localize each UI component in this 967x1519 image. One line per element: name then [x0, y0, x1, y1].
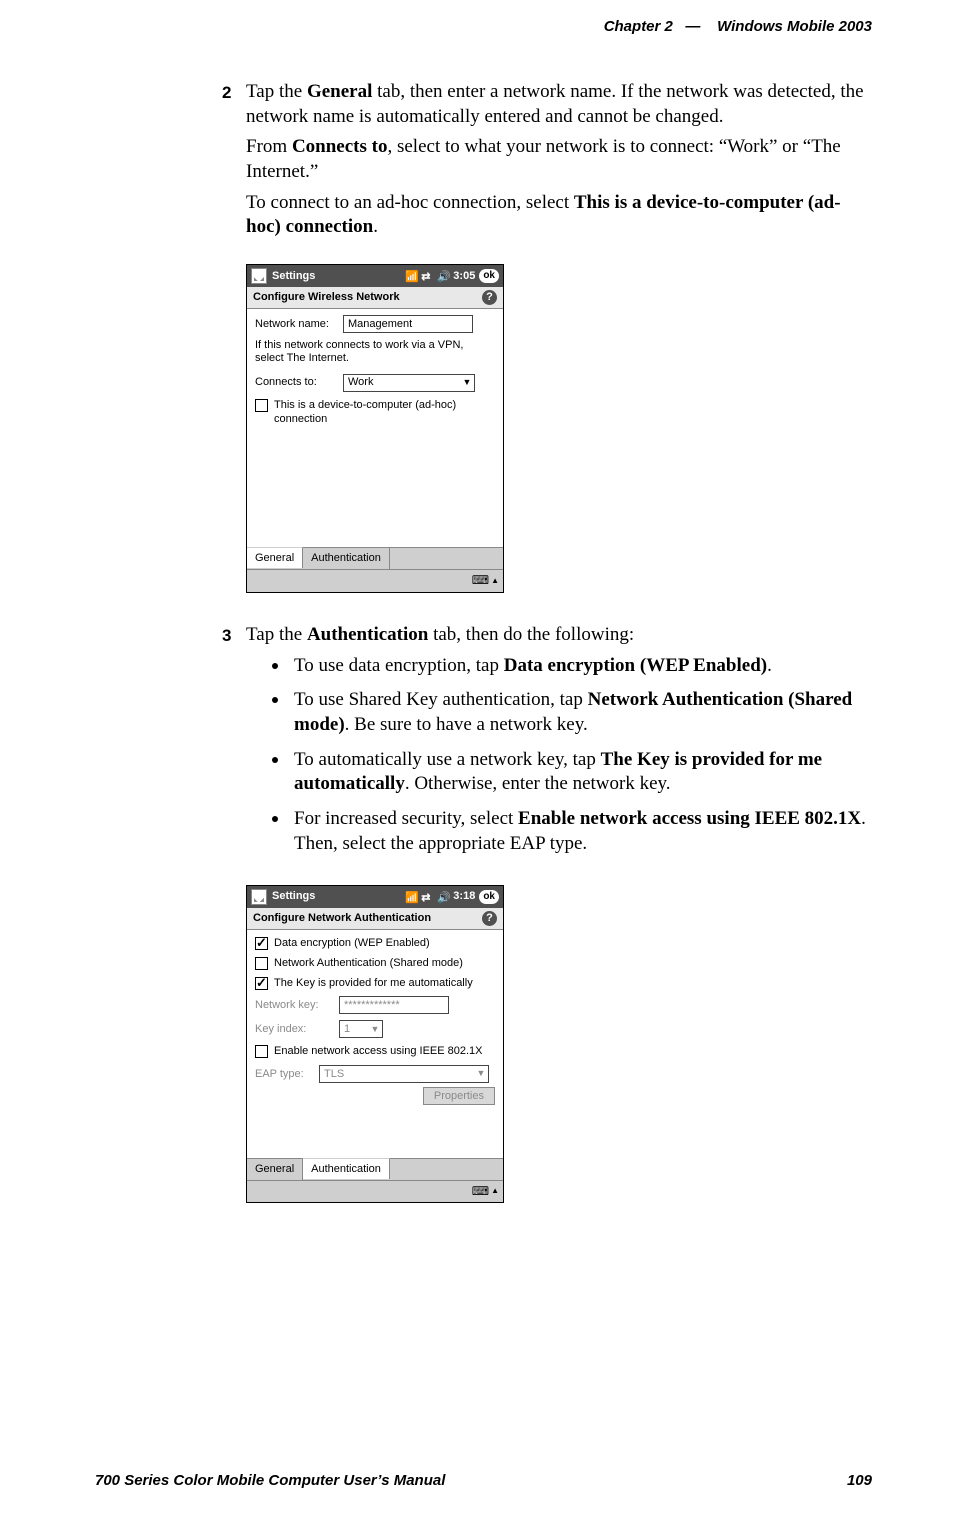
connects-to-select[interactable]: Work ▼: [343, 374, 475, 392]
page-number: 109: [847, 1472, 872, 1489]
properties-button[interactable]: Properties: [423, 1087, 495, 1105]
ieee8021x-label: Enable network access using IEEE 802.1X: [274, 1044, 483, 1058]
mock1-title: Settings: [272, 269, 315, 283]
chapter-number: 2: [665, 18, 673, 35]
step-2: 2 Tap the General tab, then enter a netw…: [222, 80, 872, 246]
step-number-3: 3: [222, 623, 246, 867]
eap-type-select[interactable]: TLS ▼: [319, 1065, 489, 1083]
chapter-label: Chapter: [604, 18, 661, 35]
step2-para3: To connect to an ad-hoc connection, sele…: [246, 191, 872, 240]
mock2-tabs: General Authentication: [247, 1158, 503, 1180]
step3-para: Tap the Authentication tab, then do the …: [246, 623, 872, 648]
mock1-tabs: General Authentication: [247, 547, 503, 569]
network-key-label: Network key:: [255, 998, 333, 1012]
connects-to-label: Connects to:: [255, 375, 337, 389]
mock1-subtitle-bar: Configure Wireless Network ?: [247, 287, 503, 309]
mock2-subtitle: Configure Network Authentication: [253, 911, 431, 925]
tab-general[interactable]: General: [247, 547, 303, 568]
header-title: Windows Mobile 2003: [717, 18, 872, 35]
tab-general[interactable]: General: [247, 1159, 303, 1180]
help-icon[interactable]: ?: [482, 911, 497, 926]
adhoc-checkbox[interactable]: [255, 399, 268, 412]
chevron-down-icon: ▼: [368, 1024, 382, 1036]
connectivity-icon: ⇄: [421, 891, 433, 903]
screenshot-configure-wireless: Settings 📶 ⇄ 🔊 3:05 ok Configure Wireles…: [246, 264, 504, 593]
ieee8021x-checkbox[interactable]: [255, 1045, 268, 1058]
step-number-2: 2: [222, 80, 246, 246]
network-name-label: Network name:: [255, 317, 337, 331]
shared-label: Network Authentication (Shared mode): [274, 956, 463, 970]
mock2-title: Settings: [272, 889, 315, 903]
adhoc-label: This is a device-to-computer (ad-hoc) co…: [274, 398, 495, 427]
key-index-label: Key index:: [255, 1022, 333, 1036]
screenshot-configure-authentication: Settings 📶 ⇄ 🔊 3:18 ok Configure Network…: [246, 885, 504, 1204]
speaker-icon: 🔊: [437, 891, 449, 903]
key-index-select[interactable]: 1 ▼: [339, 1020, 383, 1038]
ok-button[interactable]: ok: [479, 890, 499, 904]
chevron-down-icon: ▼: [460, 377, 474, 389]
step-3: 3 Tap the Authentication tab, then do th…: [222, 623, 872, 867]
chevron-down-icon: ▼: [474, 1068, 488, 1080]
mock2-subtitle-bar: Configure Network Authentication ?: [247, 908, 503, 930]
step2-para2: From Connects to, select to what your ne…: [246, 135, 872, 184]
connectivity-icon: ⇄: [421, 270, 433, 282]
step3-bullets: To use data encryption, tap Data encrypt…: [270, 654, 872, 857]
footer-title: 700 Series Color Mobile Computer User’s …: [95, 1472, 445, 1489]
tab-authentication[interactable]: Authentication: [303, 1158, 390, 1179]
connects-to-value: Work: [348, 375, 373, 389]
mock2-titlebar: Settings 📶 ⇄ 🔊 3:18 ok: [247, 886, 503, 908]
autokey-label: The Key is provided for me automatically: [274, 976, 473, 990]
bullet-8021x: For increased security, select Enable ne…: [270, 807, 872, 856]
mock1-titlebar: Settings 📶 ⇄ 🔊 3:05 ok: [247, 265, 503, 287]
signal-icon: 📶: [405, 891, 417, 903]
sip-keyboard-icon[interactable]: ⌨ ▲: [472, 1184, 499, 1200]
sip-keyboard-icon[interactable]: ⌨ ▲: [472, 573, 499, 589]
vpn-hint-text: If this network connects to work via a V…: [255, 339, 495, 365]
em-dash: —: [685, 18, 700, 35]
eap-type-label: EAP type:: [255, 1067, 313, 1081]
signal-icon: 📶: [405, 270, 417, 282]
ok-button[interactable]: ok: [479, 269, 499, 283]
bullet-autokey: To automatically use a network key, tap …: [270, 748, 872, 797]
bullet-shared: To use Shared Key authentication, tap Ne…: [270, 688, 872, 737]
wep-checkbox[interactable]: [255, 937, 268, 950]
wep-label: Data encryption (WEP Enabled): [274, 936, 430, 950]
network-name-input[interactable]: [343, 315, 473, 333]
autokey-checkbox[interactable]: [255, 977, 268, 990]
mock1-clock: 3:05: [453, 269, 475, 283]
start-flag-icon[interactable]: [251, 268, 267, 284]
speaker-icon: 🔊: [437, 270, 449, 282]
help-icon[interactable]: ?: [482, 290, 497, 305]
page-footer: 700 Series Color Mobile Computer User’s …: [95, 1472, 872, 1489]
tab-authentication[interactable]: Authentication: [303, 548, 390, 569]
mock2-clock: 3:18: [453, 889, 475, 903]
mock1-subtitle: Configure Wireless Network: [253, 290, 400, 304]
start-flag-icon[interactable]: [251, 889, 267, 905]
running-header: Chapter 2 — Windows Mobile 2003: [604, 18, 872, 35]
shared-checkbox[interactable]: [255, 957, 268, 970]
network-key-input[interactable]: [339, 996, 449, 1014]
step2-para1: Tap the General tab, then enter a networ…: [246, 80, 872, 129]
eap-type-value: TLS: [324, 1067, 344, 1081]
key-index-value: 1: [344, 1022, 350, 1036]
bullet-wep: To use data encryption, tap Data encrypt…: [270, 654, 872, 679]
